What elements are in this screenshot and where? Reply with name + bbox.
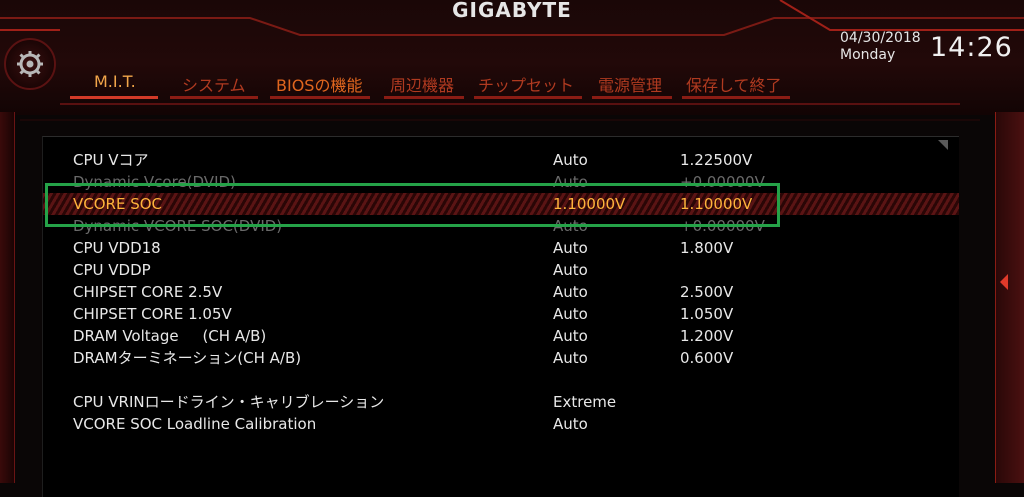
setting-value[interactable]: Extreme — [553, 391, 616, 413]
setting-label: DRAMターミネーション(CH A/B) — [73, 349, 302, 367]
tab-save-underline — [682, 96, 790, 99]
current-value: 1.050V — [680, 305, 734, 323]
setting-row[interactable]: DRAM Voltage (CH A/B) Auto 1.200V — [43, 325, 959, 347]
setting-row[interactable]: CPU VRINロードライン・キャリブレーション Extreme — [43, 391, 959, 413]
setting-label: VCORE SOC Loadline Calibration — [73, 415, 317, 433]
date-display: 04/30/2018 Monday — [840, 30, 921, 64]
tab-system-underline — [170, 96, 258, 99]
right-rail — [996, 112, 1024, 483]
setting-value[interactable]: Auto — [553, 303, 588, 325]
setting-row[interactable]: CPU Vコア Auto 1.22500V — [43, 149, 959, 171]
tab-bios-underline — [270, 96, 370, 99]
tab-chipset-underline — [474, 96, 582, 99]
setting-value[interactable]: Auto — [553, 413, 588, 435]
setting-row[interactable]: CPU VDDP Auto — [43, 259, 959, 281]
gear-icon[interactable] — [4, 38, 56, 90]
tab-mit[interactable]: M.I.T. — [94, 72, 136, 97]
expand-arrow-icon[interactable] — [1000, 274, 1008, 290]
setting-row[interactable]: CPU VDD18 Auto 1.800V — [43, 237, 959, 259]
selection-highlight-box — [45, 183, 780, 227]
setting-label: CPU VDD18 — [73, 239, 161, 257]
gear-glyph-icon — [17, 51, 43, 77]
setting-value[interactable]: Auto — [553, 259, 588, 281]
setting-value[interactable]: Auto — [553, 347, 588, 369]
brand-logo: GIGABYTE — [452, 0, 572, 22]
setting-label: DRAM Voltage (CH A/B) — [73, 327, 267, 345]
tab-power-underline — [592, 96, 672, 99]
setting-label: CHIPSET CORE 1.05V — [73, 305, 232, 323]
weekday-text: Monday — [840, 47, 896, 63]
panel-corner-icon — [938, 140, 948, 150]
setting-row[interactable]: CHIPSET CORE 1.05V Auto 1.050V — [43, 303, 959, 325]
tab-mit-underline — [70, 96, 158, 99]
setting-value[interactable]: Auto — [553, 325, 588, 347]
setting-value[interactable]: Auto — [553, 149, 588, 171]
tab-peripherals-underline — [384, 96, 464, 99]
current-value: 2.500V — [680, 283, 734, 301]
current-value: 1.200V — [680, 327, 734, 345]
setting-label: CPU VRINロードライン・キャリブレーション — [73, 393, 385, 411]
setting-value[interactable]: Auto — [553, 237, 588, 259]
current-value: 1.22500V — [680, 151, 753, 169]
setting-row[interactable]: DRAMターミネーション(CH A/B) Auto 0.600V — [43, 347, 959, 369]
setting-label: CPU Vコア — [73, 151, 149, 169]
clock: 14:26 — [930, 32, 1013, 63]
setting-label: CHIPSET CORE 2.5V — [73, 283, 223, 301]
setting-label: CPU VDDP — [73, 261, 151, 279]
setting-value[interactable]: Auto — [553, 281, 588, 303]
left-rail — [0, 112, 14, 483]
current-value: 0.600V — [680, 349, 734, 367]
setting-row[interactable]: VCORE SOC Loadline Calibration Auto — [43, 413, 959, 435]
current-value: 1.800V — [680, 239, 734, 257]
setting-row[interactable]: CHIPSET CORE 2.5V Auto 2.500V — [43, 281, 959, 303]
date-text: 04/30/2018 — [840, 30, 921, 46]
